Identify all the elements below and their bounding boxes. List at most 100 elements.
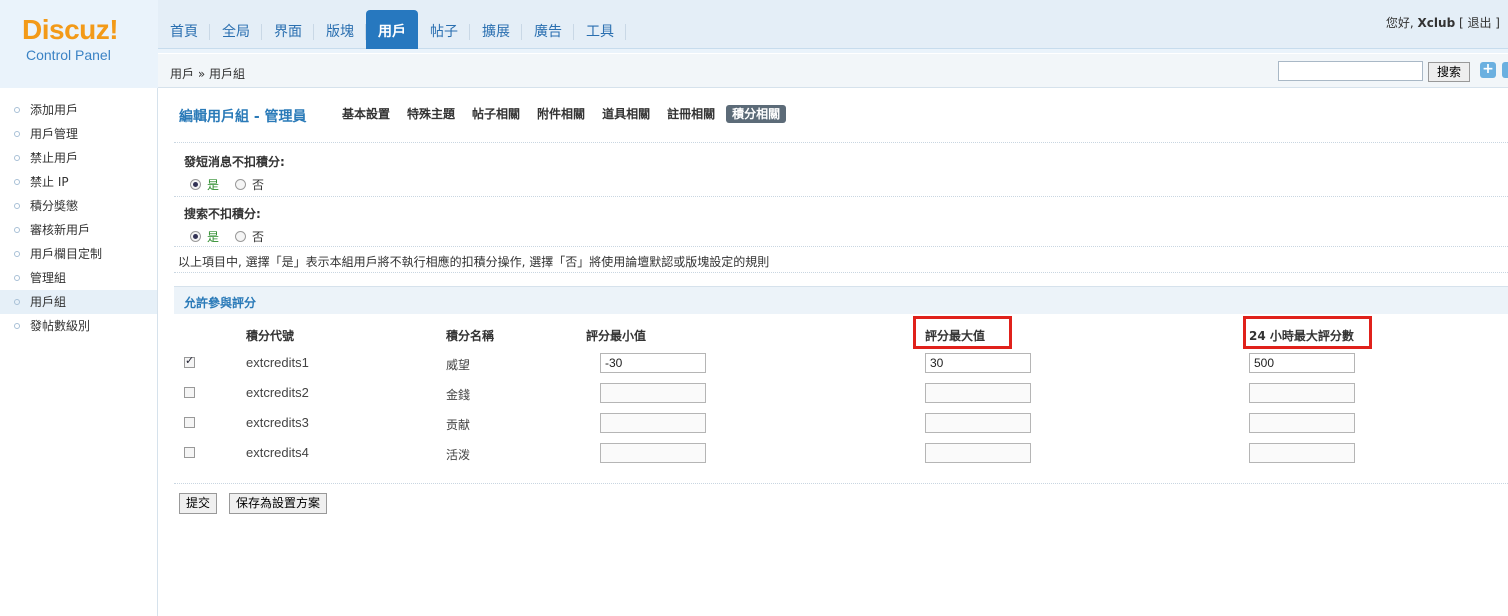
username[interactable]: Xclub	[1418, 16, 1456, 30]
sidebar: 添加用戶 用戶管理 禁止用戶 禁止 IP 積分獎懲 審核新用戶 用戶欄目定制 管…	[0, 88, 158, 616]
tab-attachments[interactable]: 附件相關	[531, 105, 591, 123]
row-code: extcredits3	[246, 415, 309, 430]
nav-tab-global[interactable]: 全局	[210, 10, 262, 49]
nav-tab-interface[interactable]: 界面	[262, 10, 314, 49]
highlight-box-daily	[1243, 316, 1372, 349]
min-input[interactable]	[600, 383, 706, 403]
max-input[interactable]: 30	[925, 353, 1031, 373]
greeting: 您好,	[1385, 16, 1414, 30]
section-header: 允許參與評分	[174, 286, 1508, 314]
sub-tabs: 基本設置 特殊主題 帖子相關 附件相關 道具相關 註冊相關 積分相關	[336, 105, 791, 123]
bullet-icon	[14, 131, 20, 137]
sidebar-item-label: 管理組	[30, 271, 67, 285]
col-header-code: 積分代號	[246, 329, 295, 343]
section-title: 允許參與評分	[184, 296, 257, 310]
bullet-icon	[14, 323, 20, 329]
daily-input[interactable]: 500	[1249, 353, 1355, 373]
search-button[interactable]: 搜索	[1428, 62, 1470, 82]
tab-magic-items[interactable]: 道具相關	[596, 105, 656, 123]
radio-group-sms-credits: 是 否	[190, 176, 264, 193]
max-input[interactable]	[925, 413, 1031, 433]
nav-tab-forums[interactable]: 版塊	[314, 10, 366, 49]
row-name: 贡献	[446, 418, 471, 432]
row-checkbox[interactable]	[184, 387, 195, 398]
header: Discuz! Control Panel 首頁 全局 界面 版塊 用戶 帖子 …	[0, 0, 1508, 88]
sidebar-item-user-groups[interactable]: 用戶組	[0, 290, 157, 314]
bullet-icon	[14, 275, 20, 281]
bullet-icon	[14, 299, 20, 305]
radio-no[interactable]	[235, 231, 247, 242]
min-input[interactable]	[600, 413, 706, 433]
sidebar-item-ban-ip[interactable]: 禁止 IP	[0, 170, 157, 194]
sidebar-item-label: 積分獎懲	[30, 199, 79, 213]
sidebar-item-post-levels[interactable]: 發帖數級別	[0, 314, 157, 338]
radio-no-label[interactable]: 否	[252, 228, 264, 245]
bullet-icon	[14, 203, 20, 209]
radio-no-label[interactable]: 否	[252, 176, 264, 193]
sidebar-item-label: 添加用戶	[30, 103, 79, 117]
sidebar-item-user-manage[interactable]: 用戶管理	[0, 122, 157, 146]
radio-group-search-credits: 是 否	[190, 228, 264, 245]
max-input[interactable]	[925, 443, 1031, 463]
radio-no[interactable]	[235, 179, 247, 190]
divider	[174, 483, 1508, 484]
tab-basic-settings[interactable]: 基本設置	[336, 105, 396, 123]
sidebar-item-admin-groups[interactable]: 管理組	[0, 266, 157, 290]
tab-credits[interactable]: 積分相關	[726, 105, 787, 123]
row-code: extcredits1	[246, 355, 309, 370]
sidebar-item-label: 審核新用戶	[30, 223, 91, 237]
sidebar-item-label: 發帖數級別	[30, 319, 91, 333]
sidebar-item-user-fields[interactable]: 用戶欄目定制	[0, 242, 157, 266]
nav-tab-ads[interactable]: 廣告	[522, 10, 574, 49]
row-code: extcredits2	[246, 385, 309, 400]
nav-tab-users[interactable]: 用戶	[366, 10, 418, 49]
radio-yes-label[interactable]: 是	[207, 228, 219, 245]
search-input[interactable]	[1278, 61, 1423, 81]
col-header-min: 評分最小值	[586, 329, 647, 343]
row-checkbox[interactable]	[184, 447, 195, 458]
sidebar-item-credits-reward[interactable]: 積分獎懲	[0, 194, 157, 218]
row-checkbox[interactable]	[184, 354, 195, 368]
radio-yes[interactable]	[190, 179, 201, 190]
bullet-icon	[14, 251, 20, 257]
sidebar-item-label: 禁止 IP	[30, 175, 69, 189]
daily-input[interactable]	[1249, 383, 1355, 403]
min-input[interactable]	[600, 443, 706, 463]
sidebar-item-ban-user[interactable]: 禁止用戶	[0, 146, 157, 170]
breadcrumb: 用戶 » 用戶組	[170, 67, 245, 81]
save-scheme-button[interactable]: 保存為設置方案	[229, 493, 328, 514]
sidebar-item-label: 用戶組	[30, 295, 67, 309]
help-note: 以上項目中, 選擇「是」表示本組用戶將不執行相應的扣積分操作, 選擇「否」將使用…	[178, 255, 770, 269]
row-name: 活泼	[446, 448, 471, 462]
sidebar-item-audit-new-user[interactable]: 審核新用戶	[0, 218, 157, 242]
bullet-icon	[14, 155, 20, 161]
radio-yes[interactable]	[190, 231, 201, 242]
divider	[174, 142, 1508, 143]
logo[interactable]: Discuz! Control Panel	[0, 0, 158, 88]
sidebar-item-add-user[interactable]: 添加用戶	[0, 98, 157, 122]
nav-tab-tools[interactable]: 工具	[574, 10, 626, 49]
daily-input[interactable]	[1249, 413, 1355, 433]
sidebar-item-label: 用戶管理	[30, 127, 79, 141]
max-input[interactable]	[925, 383, 1031, 403]
nav-tab-home[interactable]: 首頁	[158, 10, 210, 49]
logo-brand: Discuz!	[22, 14, 119, 45]
plus-icon-partial[interactable]	[1502, 62, 1508, 78]
tab-special-topics[interactable]: 特殊主題	[401, 105, 461, 123]
divider	[174, 196, 1508, 197]
sidebar-item-label: 禁止用戶	[30, 151, 79, 165]
tab-registration[interactable]: 註冊相關	[661, 105, 721, 123]
row-checkbox[interactable]	[184, 417, 195, 428]
plus-icon[interactable]: +	[1480, 62, 1496, 78]
tab-posts[interactable]: 帖子相關	[466, 105, 526, 123]
logout-link[interactable]: [ 退出 ]	[1459, 16, 1500, 30]
page-title: 編輯用戶組 - 管理員	[179, 109, 307, 125]
nav-tab-extensions[interactable]: 擴展	[470, 10, 522, 49]
min-input[interactable]: -30	[600, 353, 706, 373]
daily-input[interactable]	[1249, 443, 1355, 463]
sidebar-item-label: 用戶欄目定制	[30, 247, 103, 261]
row-code: extcredits4	[246, 445, 309, 460]
nav-tab-posts[interactable]: 帖子	[418, 10, 470, 49]
submit-button[interactable]: 提交	[179, 493, 218, 514]
radio-yes-label[interactable]: 是	[207, 176, 219, 193]
